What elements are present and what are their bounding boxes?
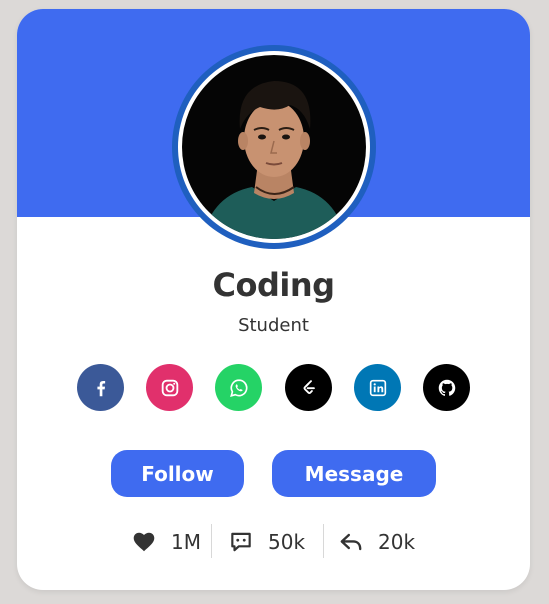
profile-card: Coding Student Follow Message 1M 50k 20k — [17, 9, 530, 590]
linkedin-link[interactable] — [354, 364, 401, 411]
comments-count: 50k — [268, 530, 306, 554]
shares-count: 20k — [378, 530, 416, 554]
avatar-ring — [172, 45, 376, 249]
avatar-photo — [182, 55, 366, 239]
linkedin-icon — [369, 379, 386, 396]
instagram-icon — [161, 379, 178, 396]
github-link[interactable] — [423, 364, 470, 411]
leetcode-icon — [303, 379, 315, 394]
comment-icon — [231, 532, 251, 552]
stat-shares[interactable]: 20k — [338, 522, 415, 562]
profile-role: Student — [238, 315, 309, 336]
likes-count: 1M — [171, 530, 201, 554]
avatar[interactable] — [178, 51, 370, 243]
stats-row: 1M 50k 20k — [17, 522, 530, 562]
stats-divider — [323, 524, 324, 558]
heart-icon — [133, 532, 155, 552]
message-button[interactable]: Message — [272, 450, 436, 497]
reply-icon — [340, 533, 362, 551]
stat-likes[interactable]: 1M — [131, 522, 201, 562]
follow-button[interactable]: Follow — [111, 450, 244, 497]
stat-comments[interactable]: 50k — [228, 522, 305, 562]
leetcode-link[interactable] — [285, 364, 332, 411]
facebook-link[interactable] — [77, 364, 124, 411]
social-links — [77, 364, 477, 412]
facebook-icon — [96, 380, 105, 396]
whatsapp-icon — [229, 378, 247, 397]
whatsapp-link[interactable] — [215, 364, 262, 411]
instagram-link[interactable] — [146, 364, 193, 411]
profile-name: Coding — [212, 266, 335, 304]
github-icon — [438, 379, 455, 396]
stats-divider — [211, 524, 212, 558]
